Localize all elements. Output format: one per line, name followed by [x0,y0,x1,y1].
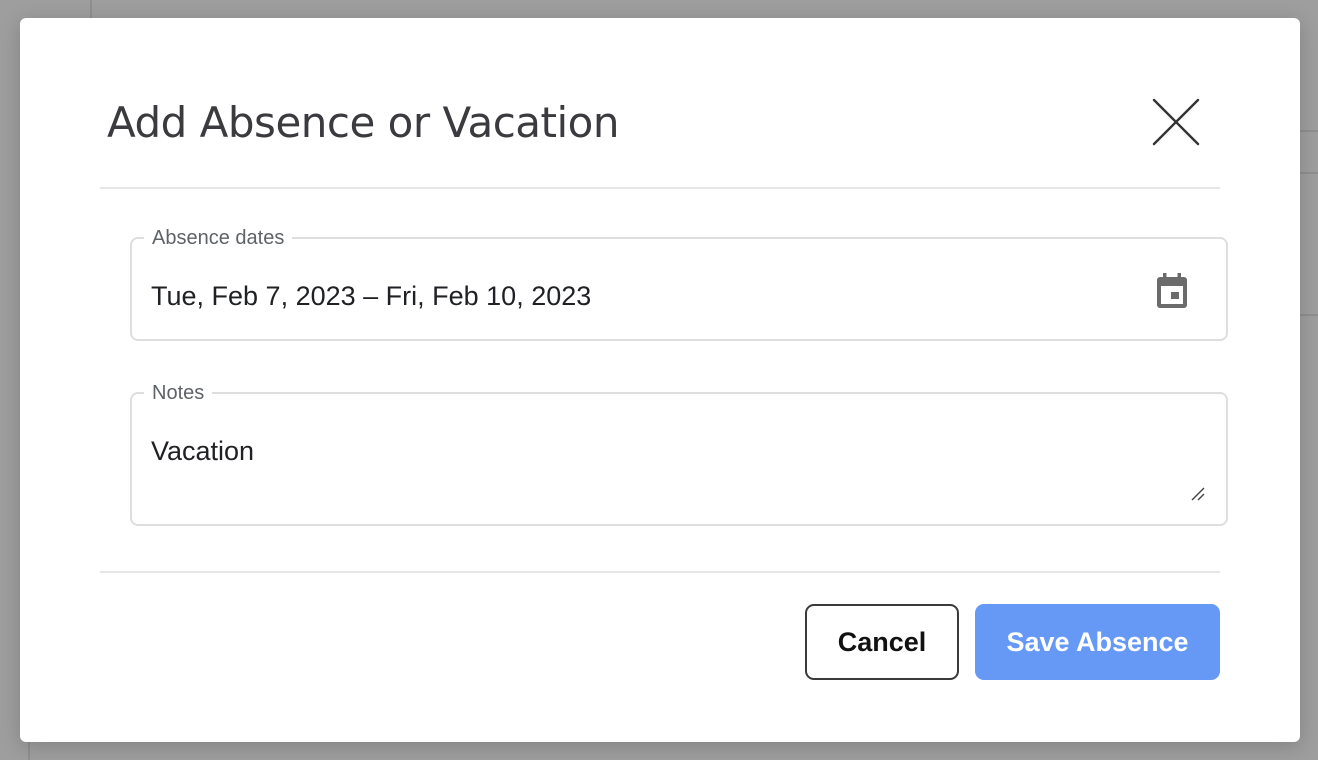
close-button[interactable] [1150,96,1202,148]
background-divider [1300,314,1318,316]
add-absence-dialog: Add Absence or Vacation Absence dates Tu… [20,18,1300,742]
notes-label: Notes [144,382,213,405]
dialog-title: Add Absence or Vacation [107,98,619,147]
save-absence-button[interactable]: Save Absence [975,604,1220,680]
notes-field[interactable]: Notes Vacation [130,382,1228,526]
cancel-button[interactable]: Cancel [805,604,959,680]
footer-divider [100,571,1220,573]
background-divider [1300,172,1318,174]
calendar-button[interactable] [1154,272,1190,310]
calendar-icon [1157,273,1187,308]
background-divider [1300,130,1318,132]
resize-handle-icon[interactable] [1190,486,1206,502]
absence-dates-value: Tue, Feb 7, 2023 – Fri, Feb 10, 2023 [151,281,592,311]
close-icon [1152,98,1200,146]
background-divider [28,742,30,760]
absence-dates-field[interactable]: Absence dates Tue, Feb 7, 2023 – Fri, Fe… [130,227,1228,341]
notes-value[interactable]: Vacation [151,436,254,467]
absence-dates-label: Absence dates [144,227,293,250]
background-divider [90,0,92,18]
header-divider [100,187,1220,189]
